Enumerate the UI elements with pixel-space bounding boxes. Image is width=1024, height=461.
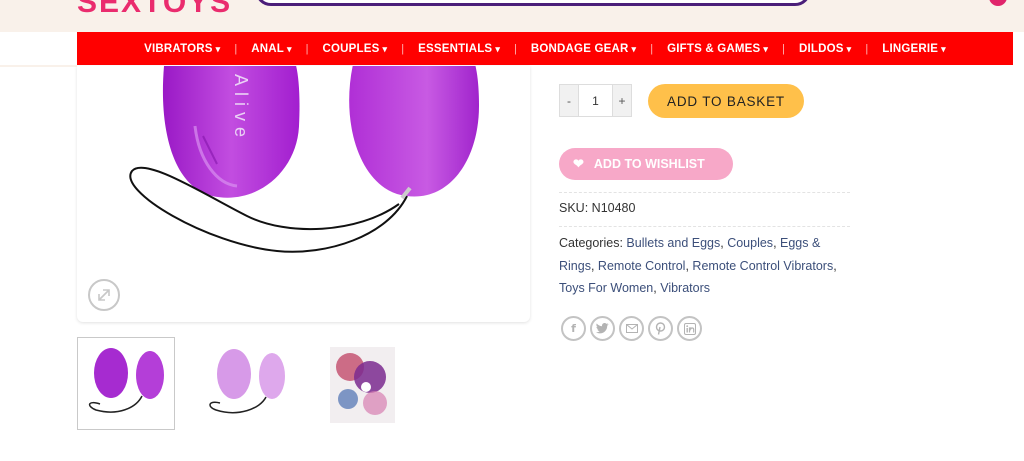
chevron-down-icon: ▾ — [382, 43, 388, 54]
share-buttons: f — [561, 316, 706, 341]
add-to-wishlist-button[interactable]: ❤ ADD TO WISHLIST — [559, 148, 733, 180]
thumbnail-image — [330, 347, 395, 423]
nav-divider: | — [650, 42, 654, 55]
quantity-minus-button[interactable]: - — [559, 84, 579, 117]
nav-divider: | — [234, 42, 238, 55]
sku-value: N10480 — [591, 201, 636, 215]
product-main-image[interactable]: Alive — [77, 66, 530, 322]
quantity-input[interactable]: 1 — [579, 84, 612, 117]
twitter-icon[interactable] — [590, 316, 615, 341]
divider — [559, 226, 850, 227]
category-link[interactable]: Remote Control — [598, 259, 686, 273]
product-thumbnail-2[interactable] — [198, 337, 296, 430]
chevron-down-icon: ▾ — [763, 43, 769, 54]
category-link[interactable]: Remote Control Vibrators — [692, 259, 833, 273]
search-input[interactable] — [255, 0, 811, 6]
sku-label: SKU: — [559, 201, 589, 215]
nav-item-anal[interactable]: ANAL ▾ — [251, 43, 291, 55]
add-to-basket-button[interactable]: ADD TO BASKET — [648, 84, 804, 118]
chevron-down-icon: ▾ — [495, 43, 501, 54]
category-link[interactable]: Bullets and Eggs — [626, 236, 720, 250]
nav-divider: | — [865, 42, 869, 55]
nav-divider: | — [305, 42, 309, 55]
site-header: SEXTOYS — [0, 0, 1024, 32]
heart-icon: ❤ — [573, 156, 584, 171]
main-nav: VIBRATORS ▾ | ANAL ▾ | COUPLES ▾ | ESSENTIA… — [77, 32, 1013, 65]
product-thumbnail-1[interactable] — [77, 337, 175, 430]
product-thumbnail-3[interactable] — [320, 337, 405, 430]
product-sku: SKU: N10480 — [559, 201, 635, 215]
cart-count-badge[interactable] — [989, 0, 1007, 6]
nav-item-couples[interactable]: COUPLES ▾ — [323, 43, 388, 55]
quantity-plus-button[interactable]: + — [612, 84, 632, 117]
header-bottom-edge — [0, 65, 77, 67]
chevron-down-icon: ▾ — [286, 43, 292, 54]
category-link[interactable]: Vibrators — [660, 281, 710, 295]
pinterest-icon[interactable] — [648, 316, 673, 341]
linkedin-icon[interactable] — [677, 316, 702, 341]
egg-brand-text: Alive — [231, 74, 251, 143]
categories-label: Categories: — [559, 236, 623, 250]
nav-item-lingerie[interactable]: LINGERIE ▾ — [882, 43, 946, 55]
wishlist-label: ADD TO WISHLIST — [593, 157, 705, 171]
site-logo[interactable]: SEXTOYS — [77, 0, 232, 20]
nav-item-gifts-games[interactable]: GIFTS & GAMES ▾ — [667, 43, 768, 55]
chevron-down-icon: ▾ — [846, 43, 852, 54]
thumbnail-image — [88, 348, 164, 413]
zoom-expand-icon[interactable] — [88, 279, 120, 311]
nav-item-bondage-gear[interactable]: BONDAGE GEAR ▾ — [531, 43, 636, 55]
nav-item-vibrators[interactable]: VIBRATORS ▾ — [144, 43, 220, 55]
chevron-down-icon: ▾ — [215, 43, 221, 54]
email-icon[interactable] — [619, 316, 644, 341]
nav-divider: | — [401, 42, 405, 55]
nav-item-dildos[interactable]: DILDOS ▾ — [799, 43, 851, 55]
chevron-down-icon: ▾ — [631, 43, 637, 54]
thumbnail-image — [209, 349, 285, 414]
expand-arrows-icon — [98, 289, 110, 301]
divider — [559, 192, 850, 193]
nav-divider: | — [514, 42, 517, 55]
facebook-icon[interactable]: f — [561, 316, 586, 341]
category-link[interactable]: Couples — [727, 236, 773, 250]
chevron-down-icon: ▾ — [941, 43, 946, 54]
category-link[interactable]: Toys For Women — [559, 281, 653, 295]
product-categories: Categories: Bullets and Eggs, Couples, E… — [559, 236, 837, 295]
purple-egg-illustration: Alive — [129, 66, 479, 253]
nav-divider: | — [782, 42, 785, 55]
nav-item-essentials[interactable]: ESSENTIALS ▾ — [418, 43, 500, 55]
quantity-stepper: - 1 + — [559, 84, 632, 117]
